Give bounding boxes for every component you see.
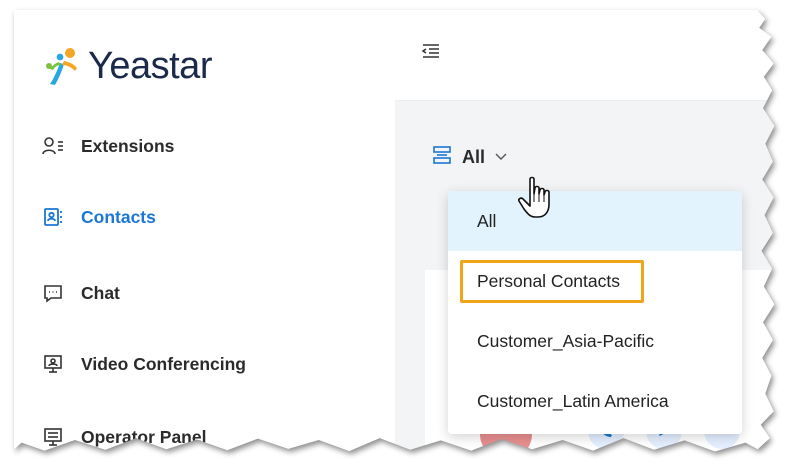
sidebar-item-extensions[interactable]: Extensions [42, 131, 174, 161]
sidebar: Yeastar Extensions Contacts Chat Video C… [14, 10, 396, 452]
app-window: Yeastar Extensions Contacts Chat Video C… [14, 10, 775, 452]
option-label: Customer_Latin America [477, 390, 669, 411]
filter-list-icon [432, 145, 452, 170]
brand-name: Yeastar [88, 44, 212, 87]
yeastar-logo-icon [40, 44, 84, 88]
sidebar-item-chat[interactable]: Chat [42, 278, 120, 308]
user-list-icon [42, 135, 64, 157]
chevron-down-icon [495, 148, 507, 166]
dropdown-option-all[interactable]: All [448, 191, 742, 251]
sidebar-item-operator-panel[interactable]: Operator Panel [42, 422, 206, 452]
option-label: Customer_Asia-Pacific [477, 330, 654, 351]
hand-pointer-cursor-icon [517, 176, 557, 222]
sidebar-item-video-conferencing[interactable]: Video Conferencing [42, 349, 246, 379]
sidebar-item-label: Video Conferencing [81, 353, 246, 374]
brand-logo: Yeastar [40, 36, 212, 96]
operator-panel-icon [42, 426, 64, 448]
video-conference-icon [42, 353, 64, 375]
top-bar [395, 10, 775, 101]
menu-collapse-icon[interactable] [421, 43, 440, 59]
sidebar-item-contacts[interactable]: Contacts [42, 202, 156, 232]
contact-group-dropdown-menu: All Personal Contacts Customer_Asia-Paci… [448, 191, 742, 434]
filter-selected-value: All [462, 146, 486, 167]
option-label: All [477, 210, 497, 231]
option-label: Personal Contacts [460, 259, 644, 303]
dropdown-option-personal-contacts[interactable]: Personal Contacts [448, 251, 742, 311]
chat-icon [42, 282, 64, 304]
contact-filter-dropdown[interactable]: All [432, 143, 507, 171]
sidebar-item-label: Contacts [81, 206, 156, 227]
sidebar-item-label: Chat [81, 282, 120, 303]
sidebar-item-label: Extensions [81, 135, 175, 156]
dropdown-option-customer-asia-pacific[interactable]: Customer_Asia-Pacific [448, 311, 742, 371]
contacts-icon [42, 206, 64, 228]
dropdown-option-customer-latin-america[interactable]: Customer_Latin America [448, 371, 742, 431]
sidebar-item-label: Operator Panel [81, 426, 207, 447]
screenshot-frame: Yeastar Extensions Contacts Chat Video C… [0, 0, 791, 470]
